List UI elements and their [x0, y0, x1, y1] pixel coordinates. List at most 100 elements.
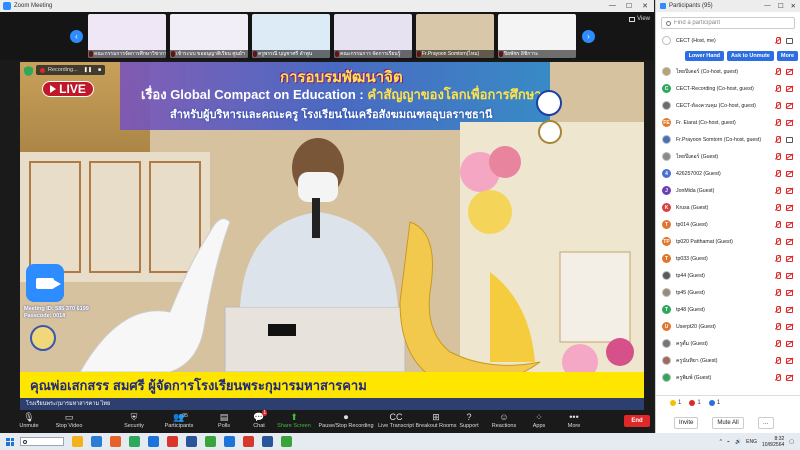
find-participant-input[interactable]	[674, 20, 794, 26]
find-participant-field[interactable]	[661, 17, 795, 29]
view-button[interactable]: View	[629, 16, 650, 22]
participant-row[interactable]: TP tp020 Patthamat (Guest)	[656, 233, 800, 250]
gallery-tile[interactable]: Fr.Prayoon Somtorn(ไหม)	[416, 14, 494, 58]
ask-to-unmute-button[interactable]: Ask to Unmute	[727, 51, 774, 61]
participant-row[interactable]: J JonMida (Guest)	[656, 182, 800, 199]
speaker-caption: คุณพ่อเสกสรร สมศรี ผู้จัดการโรงเรียนพระก…	[20, 372, 644, 398]
view-label: View	[637, 16, 650, 22]
speaker-caption-text: คุณพ่อเสกสรร สมศรี ผู้จัดการโรงเรียนพระก…	[30, 377, 367, 393]
avatar: K	[662, 203, 671, 212]
participant-row[interactable]: K Krusa (Guest)	[656, 199, 800, 216]
tray-chevron-icon[interactable]: ^	[720, 439, 722, 445]
input-language[interactable]: ENG	[746, 439, 757, 445]
main-video: Recording... ❚❚ ■ LIVE การอบรมพัฒนาจิต เ…	[20, 62, 644, 410]
more-options-button[interactable]: …	[757, 417, 774, 429]
taskbar-search-field[interactable]	[20, 437, 64, 446]
toolbar-label: Stop Video	[55, 423, 83, 429]
taskbar-app-icon[interactable]	[72, 436, 83, 447]
share-screen-icon: ⬆	[290, 412, 298, 422]
mic-muted-icon	[775, 37, 781, 44]
gallery-tile[interactable]: เข้าระบบ ขออนุญาติเรียน ศูนย์ฯ	[170, 14, 248, 58]
mic-muted-icon	[775, 85, 781, 92]
toolbar-label: Support	[459, 423, 479, 429]
participant-row[interactable]: CECT (Host, me)	[656, 32, 800, 49]
taskbar-app-icon[interactable]	[167, 436, 178, 447]
taskbar-app-icon[interactable]	[110, 436, 121, 447]
minimize-icon[interactable]: —	[764, 2, 771, 10]
gallery-tile[interactable]: ครูพรรณี บุญชาศรี ลำพูน	[252, 14, 330, 58]
avatar: U	[662, 322, 671, 331]
avatar	[662, 152, 671, 161]
participant-row[interactable]: ครูตั้ม (Guest)	[656, 335, 800, 352]
taskbar-app-icon[interactable]	[262, 436, 273, 447]
window-title: Zoom Meeting	[14, 3, 53, 9]
clock[interactable]: 8:32 10/8/2564	[762, 436, 784, 448]
gallery-prev-icon[interactable]: ‹	[70, 30, 83, 43]
taskbar-app-icon[interactable]	[281, 436, 292, 447]
toolbar-video-button[interactable]: ▭ Stop Video	[45, 412, 93, 432]
more-button[interactable]: More	[776, 51, 798, 61]
participant-row[interactable]: tp45 (Guest)	[656, 284, 800, 301]
maximize-icon[interactable]: ☐	[778, 2, 784, 10]
gallery-tile[interactable]: ปิยพัชร อิชิการะ	[498, 14, 576, 58]
notification-icon[interactable]: ▢	[789, 439, 794, 445]
close-icon[interactable]: ✕	[642, 2, 648, 10]
meeting-id-overlay: Meeting ID: 585 370 6199 Passcode: 0018	[24, 306, 89, 320]
participant-name: tp44 (Guest)	[676, 272, 705, 279]
mute-all-button[interactable]: Mute All	[712, 417, 744, 429]
participant-row[interactable]: Fr.Prayoon Somtorn (Co-host, guest)	[656, 131, 800, 148]
participant-row[interactable]: ครูพิมพ์ (Guest)	[656, 369, 800, 386]
toolbar-more-button[interactable]: ••• More	[550, 412, 598, 432]
toolbar-shield-button[interactable]: ⛨ Security	[110, 412, 158, 432]
taskbar-app-icon[interactable]	[224, 436, 235, 447]
volume-icon[interactable]: 🔊	[735, 439, 741, 445]
participant-row[interactable]: FE Fr. Eiarat (Co-host, guest)	[656, 114, 800, 131]
taskbar-app-icon[interactable]	[186, 436, 197, 447]
taskbar-app-icon[interactable]	[91, 436, 102, 447]
taskbar-app-icon[interactable]	[205, 436, 216, 447]
tile-name: คณะกรรมการจัดการศึกษาวิชาการ	[88, 50, 166, 58]
mic-muted-icon	[775, 204, 781, 211]
toolbar-share-screen-button[interactable]: ⬆ Share Screen	[270, 412, 318, 432]
participant-row[interactable]: ไทยปีเตอร์ (Co-host, guest)	[656, 63, 800, 80]
minimize-icon[interactable]: —	[609, 2, 616, 10]
end-meeting-button[interactable]: End	[624, 415, 650, 427]
participant-row[interactable]: ไทยปีเตอร์ (Guest)	[656, 148, 800, 165]
mic-muted-icon	[775, 289, 781, 296]
windows-start-icon[interactable]	[6, 437, 14, 446]
taskbar-app-icon[interactable]	[129, 436, 140, 447]
lower-hand-button[interactable]: Lower Hand	[684, 51, 725, 61]
close-icon[interactable]: ✕	[791, 2, 796, 10]
mic-muted-icon	[775, 238, 781, 245]
participant-row[interactable]: Ttp033 (Guest)	[656, 250, 800, 267]
participant-row[interactable]: tp44 (Guest)	[656, 267, 800, 284]
reaction-count: 1	[670, 400, 681, 406]
pause-recording-icon[interactable]: ❚❚	[84, 67, 92, 73]
participant-row[interactable]: C CECT-Recording (Co-host, guest)	[656, 80, 800, 97]
video-subcaption: โรงเรียนพระกุมารมหาสารคาม ไทย	[20, 398, 644, 410]
video-off-icon	[786, 357, 794, 364]
participant-name: Userpt20 (Guest)	[676, 323, 716, 330]
polls-icon: ▤	[219, 412, 229, 422]
taskbar-app-icon[interactable]	[243, 436, 254, 447]
participant-row[interactable]: ครูนันทิยา (Guest)	[656, 352, 800, 369]
taskbar-app-icon[interactable]	[148, 436, 159, 447]
video-off-icon	[786, 323, 794, 330]
invite-button[interactable]: Invite	[674, 417, 699, 429]
maximize-icon[interactable]: ☐	[626, 2, 632, 10]
stop-recording-icon[interactable]: ■	[98, 67, 101, 73]
toolbar-participants-button[interactable]: 👥 95 Participants	[155, 412, 203, 432]
gallery-tile[interactable]: คณะกรรมการ จัดการเรียนรู้	[334, 14, 412, 58]
participant-row[interactable]: Ttp014 (Guest)	[656, 216, 800, 233]
mic-muted-icon	[775, 102, 781, 109]
participant-name: CECT-ห้องควบคุม (Co-host, guest)	[676, 102, 756, 109]
participant-row[interactable]: CECT-ห้องควบคุม (Co-host, guest)	[656, 97, 800, 114]
network-icon[interactable]: ⌁	[727, 439, 730, 445]
chat-badge: 1	[262, 410, 268, 416]
participant-row[interactable]: 4 426257002 (Guest)	[656, 165, 800, 182]
participant-row[interactable]: U Userpt20 (Guest)	[656, 318, 800, 335]
gallery-next-icon[interactable]: ›	[582, 30, 595, 43]
participant-row[interactable]: Ttp48 (Guest)	[656, 301, 800, 318]
gallery-tile[interactable]: คณะกรรมการจัดการศึกษาวิชาการ	[88, 14, 166, 58]
mic-muted-icon	[775, 187, 781, 194]
